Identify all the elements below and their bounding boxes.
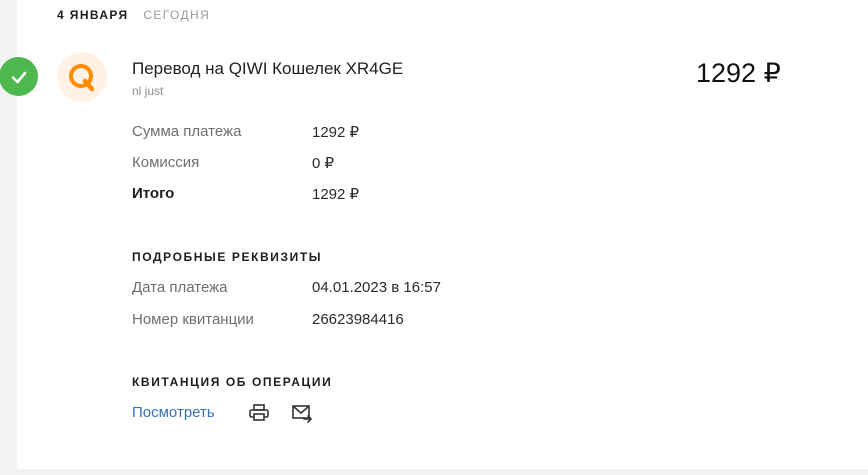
view-receipt-link[interactable]: Посмотреть <box>132 404 215 421</box>
commission-value: 0 ₽ <box>312 155 335 172</box>
commission-label: Комиссия <box>132 154 200 171</box>
date-label: 4 ЯНВАРЯ <box>57 8 129 22</box>
payment-amount-label: Сумма платежа <box>132 123 242 140</box>
payment-amount-value: 1292 ₽ <box>312 124 360 141</box>
printer-icon[interactable] <box>248 403 270 423</box>
check-icon <box>0 57 38 96</box>
email-forward-icon[interactable] <box>291 403 313 423</box>
total-label: Итого <box>132 185 175 202</box>
qiwi-logo-icon <box>57 52 107 102</box>
payment-date-value: 04.01.2023 в 16:57 <box>312 279 441 296</box>
transaction-subtitle: nl just <box>132 84 164 98</box>
divider <box>17 469 868 475</box>
transaction-title: Перевод на QIWI Кошелек XR4GE <box>132 59 404 78</box>
receipt-number-label: Номер квитанции <box>132 311 254 328</box>
receipt-number-value: 26623984416 <box>312 311 404 328</box>
payment-date-label: Дата платежа <box>132 279 228 296</box>
details-section-title: ПОДРОБНЫЕ РЕКВИЗИТЫ <box>132 250 323 264</box>
transaction-amount: 1292 ₽ <box>696 58 781 88</box>
receipt-section-title: КВИТАНЦИЯ ОБ ОПЕРАЦИИ <box>132 375 333 389</box>
date-header: 4 ЯНВАРЯ СЕГОДНЯ <box>57 8 210 22</box>
total-value: 1292 ₽ <box>312 186 360 203</box>
relative-date-label: СЕГОДНЯ <box>143 8 211 22</box>
